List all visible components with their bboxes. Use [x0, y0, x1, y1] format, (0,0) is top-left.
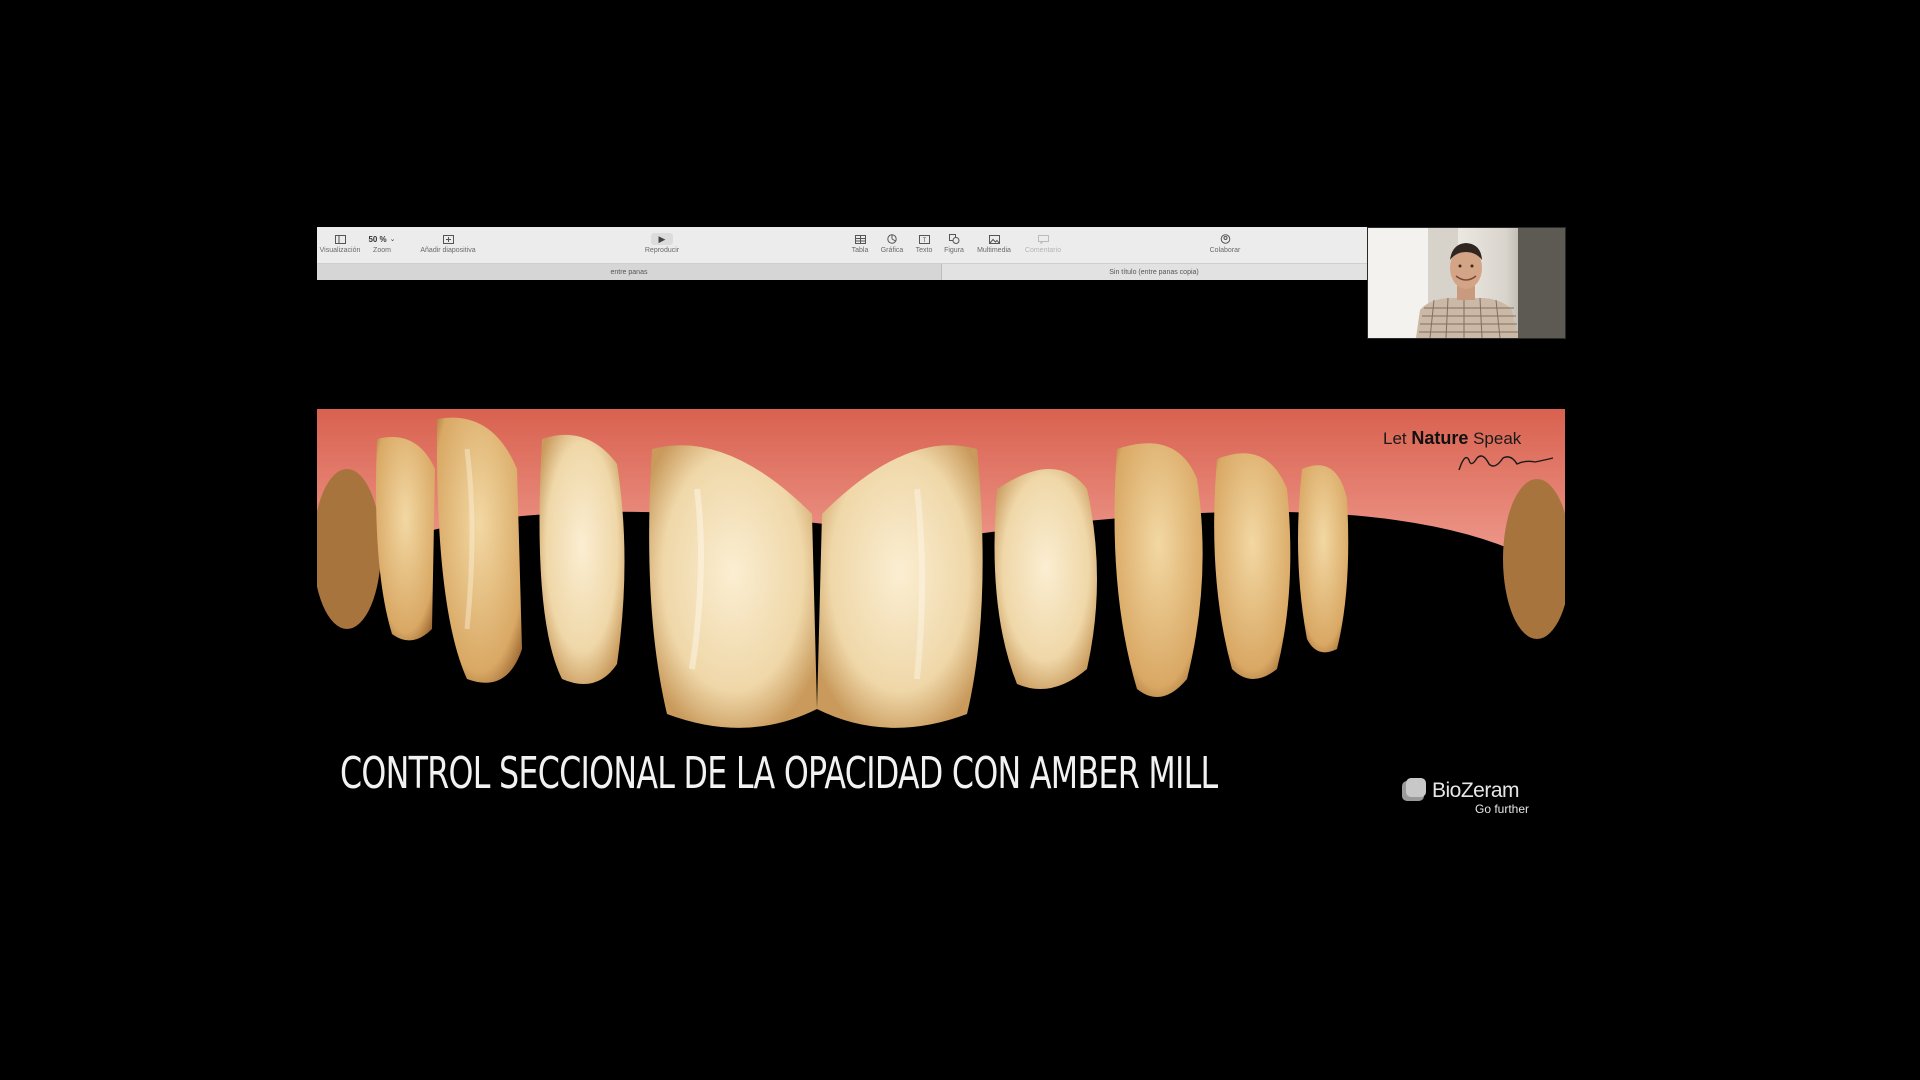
collaborate-icon [1218, 233, 1232, 245]
add-slide-button[interactable]: Añadir diapositiva [417, 233, 479, 267]
text-label: Texto [915, 247, 933, 254]
media-label: Multimedia [977, 247, 1011, 254]
signature-image [1458, 455, 1554, 471]
comment-label: Comentario [1024, 247, 1062, 254]
text-button[interactable]: T Texto [913, 233, 935, 267]
shape-button[interactable]: Figura [942, 233, 966, 267]
image-icon [987, 233, 1001, 245]
tab-label: Sin título (entre panas copia) [1109, 268, 1199, 276]
keynote-toolbar: Visualización 50 % ⌄ Zoom Añadir diaposi… [317, 227, 1367, 280]
watermark-let: Let [1383, 429, 1412, 448]
table-icon [853, 233, 867, 245]
chart-label: Gráfica [880, 247, 904, 254]
chart-button[interactable]: Gráfica [878, 233, 906, 267]
dental-smile-photo [317, 409, 1565, 736]
media-button[interactable]: Multimedia [974, 233, 1014, 267]
view-button[interactable]: Visualización [319, 233, 361, 267]
collaborate-label: Colaborar [1209, 247, 1241, 254]
brand-tagline: Go further [1475, 802, 1530, 816]
watermark-nature: Nature [1411, 428, 1469, 448]
svg-text:T: T [922, 238, 926, 244]
text-icon: T [917, 233, 931, 245]
shape-label: Figura [944, 247, 964, 254]
teeth-image [317, 409, 1565, 736]
play-button[interactable]: ▶ Reproducir [642, 233, 682, 267]
brand-name: BioZeram [1432, 779, 1520, 802]
collaborate-button[interactable]: Colaborar [1207, 233, 1243, 267]
document-tab-bar: entre panas Sin título (entre panas copi… [317, 263, 1367, 280]
biozeram-logo: BioZeram Go further [1398, 772, 1538, 816]
zoom-value: 50 % [368, 234, 387, 244]
add-slide-label: Añadir diapositiva [420, 247, 476, 254]
tab-label: entre panas [610, 268, 648, 276]
watermark-speak: Speak [1468, 429, 1522, 448]
table-button[interactable]: Tabla [849, 233, 871, 267]
add-slide-icon [441, 233, 455, 245]
presenter-webcam [1367, 227, 1566, 339]
let-nature-speak-watermark: Let Nature Speak [1383, 428, 1563, 478]
play-label: Reproducir [644, 247, 680, 254]
chart-icon [885, 233, 899, 245]
tab-sin-titulo[interactable]: Sin título (entre panas copia) [941, 264, 1367, 280]
presenter-image [1368, 228, 1565, 338]
zoom-label: Zoom [373, 247, 391, 254]
slide-title: CONTROL SECCIONAL DE LA OPACIDAD CON AMB… [340, 748, 1218, 799]
tab-entre-panas[interactable]: entre panas [317, 264, 942, 280]
biozeram-logo-icon [1402, 778, 1426, 801]
table-label: Tabla [851, 247, 869, 254]
comment-button[interactable]: Comentario [1022, 233, 1064, 267]
shape-icon [947, 233, 961, 245]
sidebar-icon [333, 233, 347, 245]
view-label: Visualización [319, 247, 361, 254]
chevron-down-icon: ⌄ [389, 236, 396, 243]
zoom-select[interactable]: 50 % ⌄ Zoom [367, 233, 397, 267]
comment-icon [1036, 233, 1050, 245]
play-icon: ▶ [651, 233, 673, 245]
